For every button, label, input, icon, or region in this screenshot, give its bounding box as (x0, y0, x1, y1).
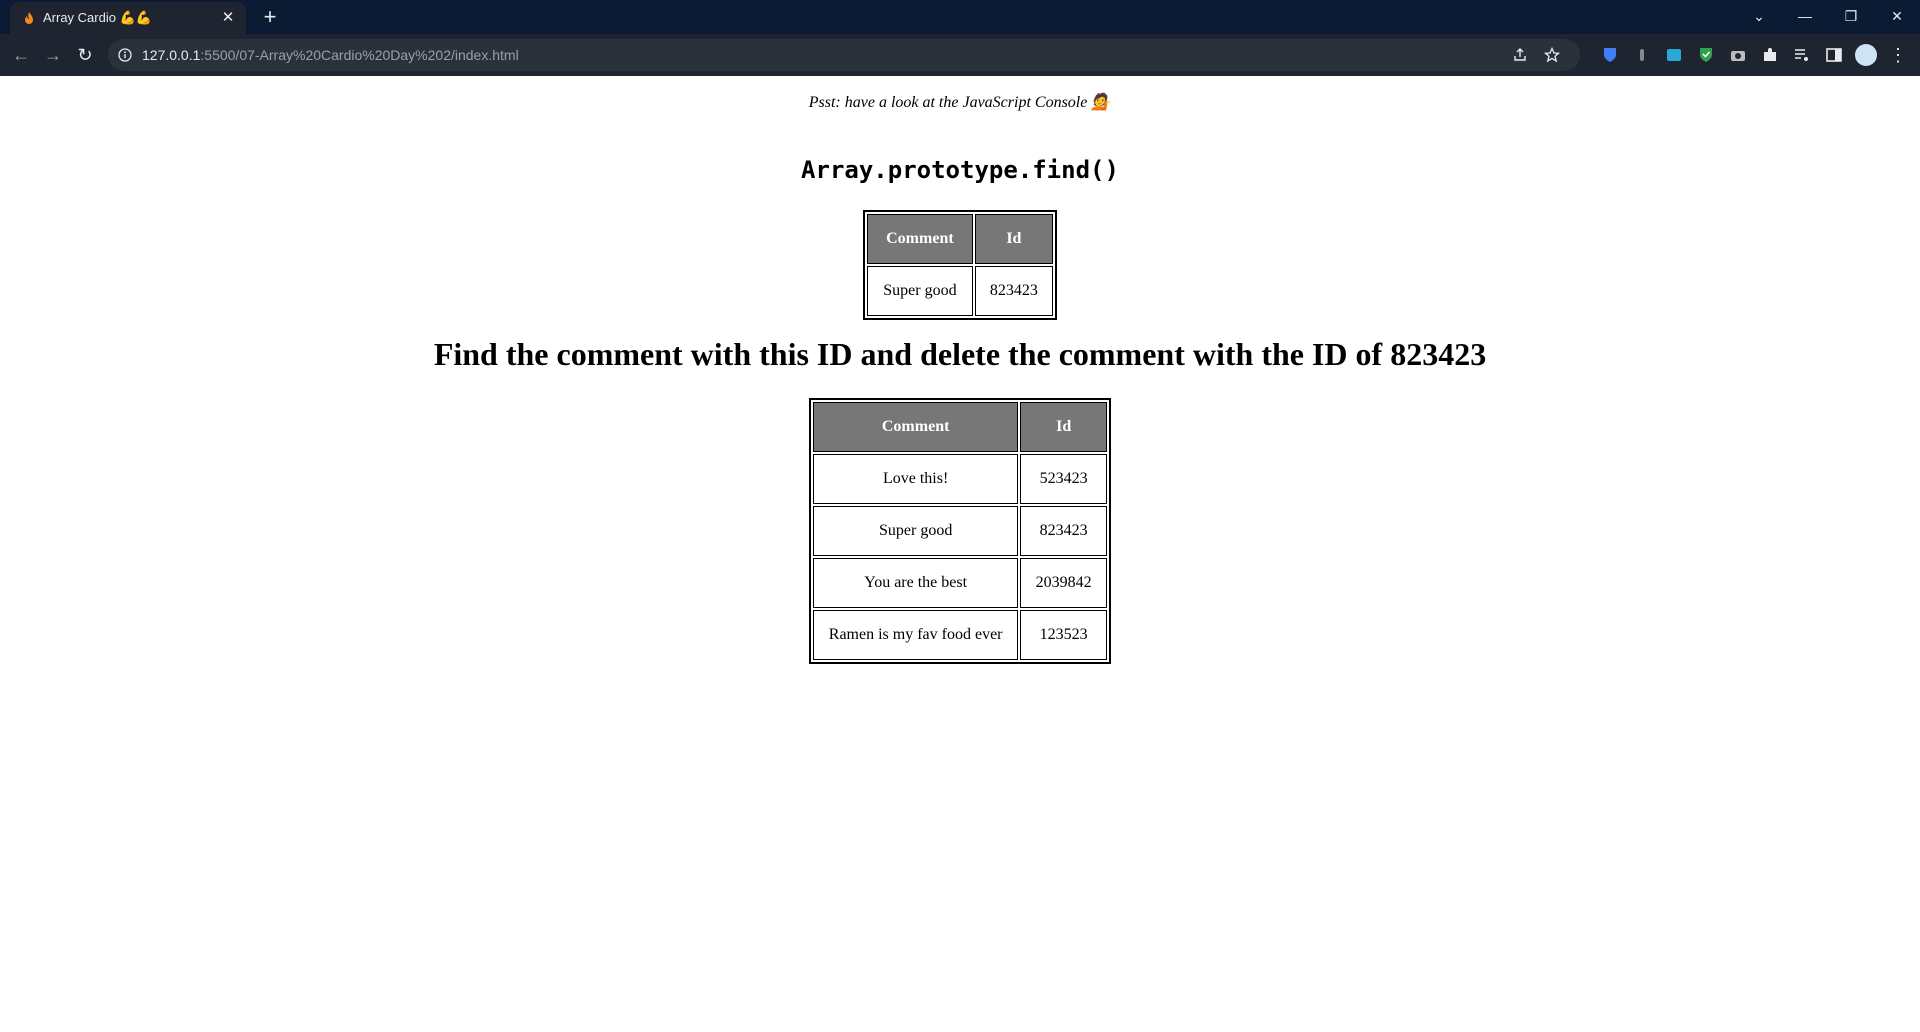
comment-cell: Love this! (813, 454, 1019, 504)
profile-avatar[interactable] (1855, 44, 1877, 66)
comment-column-header: Comment (813, 402, 1019, 452)
id-cell: 2039842 (1020, 558, 1107, 608)
camera-icon[interactable] (1728, 45, 1748, 65)
url-host: 127.0.0.1 (142, 47, 201, 63)
id-cell: 123523 (1020, 610, 1107, 660)
close-tab-icon[interactable]: ✕ (218, 8, 238, 28)
side-panel-icon[interactable] (1824, 45, 1844, 65)
restore-button[interactable]: ❐ (1828, 4, 1874, 28)
id-column-header: Id (1020, 402, 1107, 452)
delete-heading: Find the comment with this ID and delete… (433, 336, 1487, 372)
url-path: :5500/07-Array%20Cardio%20Day%202/index.… (200, 47, 519, 63)
address-bar[interactable]: 127.0.0.1:5500/07-Array%20Cardio%20Day%2… (108, 39, 1580, 71)
adblock-shield-icon[interactable] (1696, 45, 1716, 65)
find-result-table: Comment Id Super good 823423 (863, 210, 1057, 320)
site-info-icon[interactable] (118, 48, 132, 62)
table-row: Love this! 523423 (813, 454, 1107, 504)
url-text: 127.0.0.1:5500/07-Array%20Cardio%20Day%2… (142, 47, 519, 63)
browser-tab[interactable]: Array Cardio 💪💪 ✕ (10, 2, 246, 34)
tab-strip: Array Cardio 💪💪 ✕ + ⌄ — ❐ ✕ (0, 0, 1920, 34)
table-row: Super good 823423 (813, 506, 1107, 556)
comment-column-header: Comment (867, 214, 973, 264)
id-cell: 523423 (1020, 454, 1107, 504)
comment-cell: Super good (813, 506, 1019, 556)
console-hint: Psst: have a look at the JavaScript Cons… (808, 94, 1112, 111)
page-content: Psst: have a look at the JavaScript Cons… (0, 76, 1920, 1032)
back-icon[interactable]: ← (9, 43, 33, 67)
comment-cell: Ramen is my fav food ever (813, 610, 1019, 660)
table-row: Ramen is my fav food ever 123523 (813, 610, 1107, 660)
media-control-icon[interactable] (1792, 45, 1812, 65)
browser-toolbar: ← → ↻ 127.0.0.1:5500/07-Array%20Cardio%2… (0, 34, 1920, 76)
close-window-button[interactable]: ✕ (1874, 4, 1920, 28)
extension-icon[interactable] (1632, 45, 1652, 65)
bitwarden-shield-icon[interactable] (1600, 45, 1620, 65)
comment-cell: Super good (867, 266, 973, 316)
id-cell: 823423 (974, 266, 1053, 316)
id-column-header: Id (974, 214, 1053, 264)
share-icon[interactable] (1512, 47, 1528, 63)
forward-icon[interactable]: → (41, 43, 65, 67)
tab-title: Array Cardio 💪💪 (43, 10, 152, 25)
extensions-puzzle-icon[interactable] (1760, 45, 1780, 65)
tab-search-icon[interactable]: ⌄ (1736, 4, 1782, 28)
id-cell: 823423 (1020, 506, 1107, 556)
new-tab-button[interactable]: + (258, 6, 282, 30)
table-row: You are the best 2039842 (813, 558, 1107, 608)
comment-cell: You are the best (813, 558, 1019, 608)
minimize-button[interactable]: — (1782, 4, 1828, 28)
comments-table: Comment Id Love this! 523423 Super good … (809, 398, 1111, 664)
browser-menu-icon[interactable]: ⋮ (1886, 43, 1910, 67)
screen-capture-icon[interactable] (1664, 45, 1684, 65)
find-heading: Array.prototype.find() (801, 156, 1119, 184)
fire-icon (25, 12, 33, 24)
bookmark-star-icon[interactable] (1544, 47, 1560, 63)
table-row: Super good 823423 (867, 266, 1053, 316)
reload-icon[interactable]: ↻ (73, 43, 97, 67)
